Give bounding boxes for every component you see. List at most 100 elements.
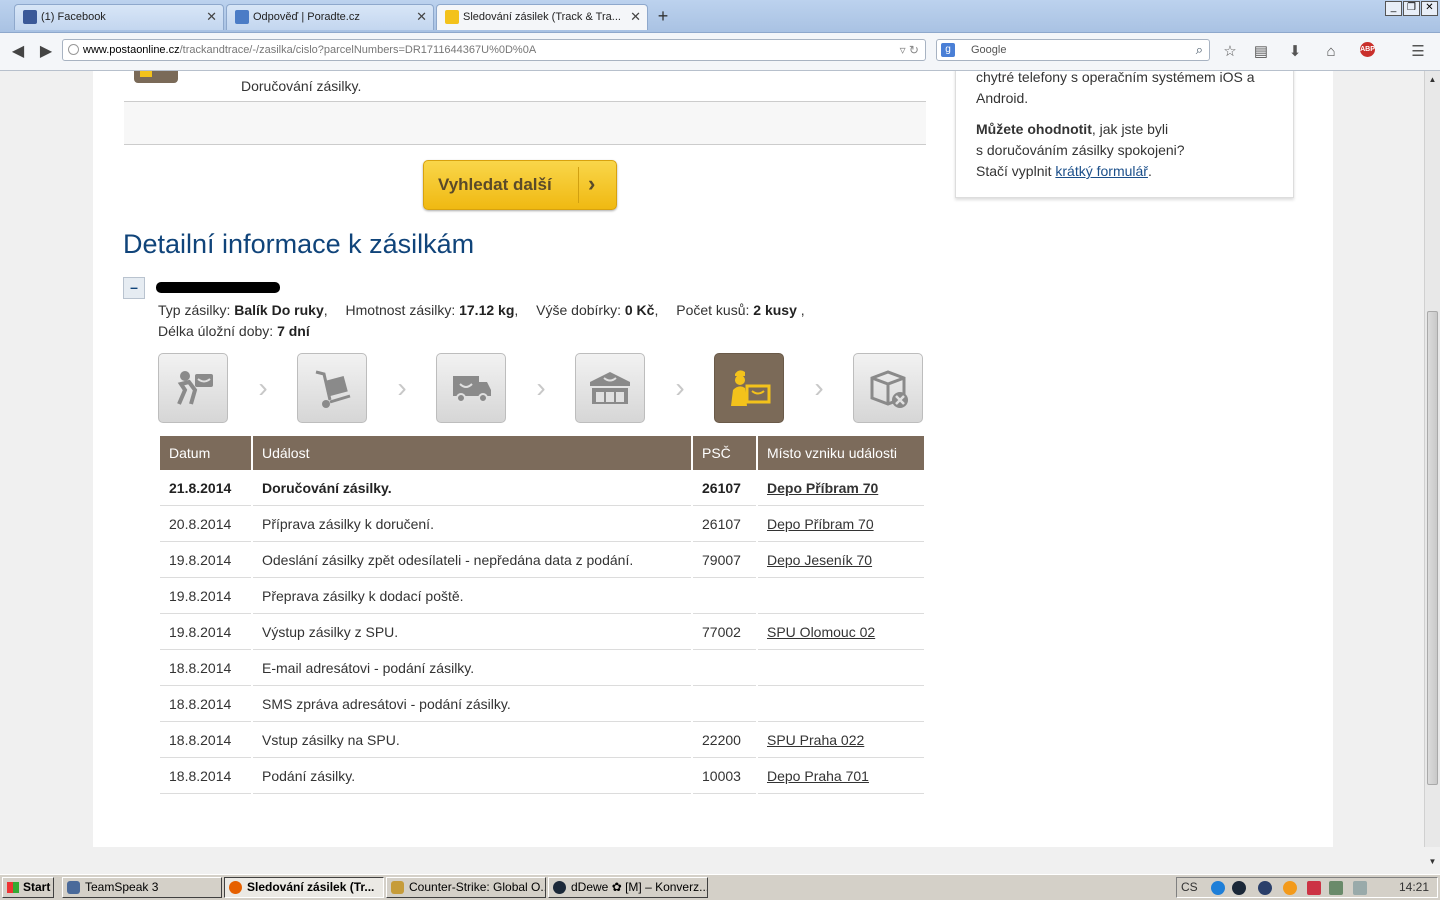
table-row: 18.8.2014 Vstup zásilky na SPU. 22200 SP… (160, 722, 924, 758)
cell-zip: 10003 (693, 758, 756, 794)
search-next-button[interactable]: Vyhledat další › (423, 160, 617, 210)
cell-location: Depo Příbram 70 (758, 506, 924, 542)
forward-arrow-icon[interactable]: ▶ (36, 42, 56, 62)
task-counter-strike[interactable]: Counter-Strike: Global O... (386, 877, 546, 898)
ie-tray-icon[interactable] (1211, 881, 1225, 895)
search-bar[interactable]: g Google ⌕ (936, 39, 1210, 61)
task-teamspeak[interactable]: TeamSpeak 3 (62, 877, 222, 898)
security-tray-icon[interactable] (1307, 881, 1321, 895)
cell-zip (693, 578, 756, 614)
tab-title: Odpověď | Poradte.cz (253, 11, 360, 23)
clock[interactable]: 14:21 (1399, 878, 1429, 897)
warehouse-cart-icon (297, 353, 367, 423)
adblock-plus-icon[interactable]: ABP (1360, 42, 1375, 57)
scroll-up-arrow-icon[interactable]: ▲ (1426, 73, 1439, 87)
system-tray: CS 14:21 (1176, 877, 1438, 898)
cell-date: 19.8.2014 (160, 614, 251, 650)
type-value: Balík Do ruky (234, 302, 324, 318)
location-link[interactable]: SPU Olomouc 02 (767, 624, 875, 640)
network-tray-icon[interactable] (1329, 881, 1343, 895)
close-window-icon[interactable]: ✕ (1421, 1, 1438, 16)
url-bar[interactable]: www.postaonline.cz/trackandtrace/-/zasil… (62, 39, 926, 61)
table-row: 19.8.2014 Odeslání zásilky zpět odesílat… (160, 542, 924, 578)
google-search-engine-icon[interactable]: g (941, 43, 955, 57)
location-link[interactable]: Depo Praha 701 (767, 768, 869, 784)
location-link[interactable]: Depo Jeseník 70 (767, 552, 872, 568)
cell-event: Vstup zásilky na SPU. (253, 722, 691, 758)
pieces-value: 2 kusy (753, 302, 797, 318)
home-icon[interactable]: ⌂ (1321, 42, 1341, 62)
table-row: 20.8.2014 Příprava zásilky k doručení. 2… (160, 506, 924, 542)
download-arrow-icon[interactable]: ⬇ (1285, 42, 1305, 62)
bookmark-star-icon[interactable]: ☆ (1220, 42, 1240, 62)
minimize-icon[interactable]: _ (1385, 1, 1402, 16)
windows-taskbar: Start TeamSpeak 3 Sledování zásilek (Tr.… (0, 874, 1440, 900)
task-firefox[interactable]: Sledování zásilek (Tr... (224, 877, 384, 898)
scroll-down-arrow-icon[interactable]: ▼ (1426, 855, 1439, 869)
table-row: 19.8.2014 Výstup zásilky z SPU. 77002 SP… (160, 614, 924, 650)
col-header-location: Místo vzniku události (758, 436, 924, 470)
cell-event: SMS zpráva adresátovi - podání zásilky. (253, 686, 691, 722)
browser-nav-bar: ◀ ▶ www.postaonline.cz/trackandtrace/-/z… (0, 33, 1440, 71)
cell-location (758, 578, 924, 614)
close-icon[interactable]: ✕ (630, 5, 641, 29)
feedback-form-link[interactable]: krátký formulář (1055, 163, 1148, 179)
tracking-progress: › › › › › (158, 353, 928, 423)
menu-hamburger-icon[interactable]: ☰ (1408, 42, 1428, 62)
tab-postaonline[interactable]: Sledování zásilek (Track & Tra... ✕ (436, 4, 648, 30)
location-link[interactable]: Depo Příbram 70 (767, 516, 874, 532)
update-tray-icon[interactable] (1283, 881, 1297, 895)
language-indicator[interactable]: CS (1181, 878, 1198, 897)
steam-tray-icon[interactable] (1232, 881, 1246, 895)
windows-logo-icon (7, 882, 19, 893)
search-icon[interactable]: ⌕ (1196, 40, 1203, 60)
bookmarks-list-icon[interactable]: ▤ (1251, 42, 1271, 62)
cell-location (758, 686, 924, 722)
cell-date: 21.8.2014 (160, 470, 251, 506)
storage-label: Délka úložní doby: (158, 323, 274, 339)
firefox-icon (229, 881, 242, 894)
rate-rest1: , jak jste byli (1091, 121, 1169, 137)
cell-location: Depo Praha 701 (758, 758, 924, 794)
rate-bold: Můžete ohodnotit (976, 121, 1092, 137)
tab-poradte[interactable]: Odpověď | Poradte.cz ✕ (226, 4, 434, 30)
cell-date: 18.8.2014 (160, 686, 251, 722)
reload-icon[interactable]: ▿ ↻ (900, 40, 919, 60)
task-label: TeamSpeak 3 (85, 880, 159, 894)
chevron-right-icon: › (397, 372, 407, 403)
restore-icon[interactable]: ❐ (1403, 1, 1420, 16)
new-tab-plus-icon[interactable]: + (654, 6, 672, 26)
posted-icon (158, 353, 228, 423)
cell-event: Výstup zásilky z SPU. (253, 614, 691, 650)
volume-icon[interactable] (1353, 881, 1367, 895)
teamspeak-tray-icon[interactable] (1258, 881, 1272, 895)
table-row: 18.8.2014 Podání zásilky. 10003 Depo Pra… (160, 758, 924, 794)
page-viewport: Doručování zásilky. chytré telefony s op… (0, 71, 1424, 847)
tab-facebook[interactable]: (1) Facebook ✕ (14, 4, 224, 30)
collapse-toggle-button[interactable]: – (123, 277, 145, 299)
close-icon[interactable]: ✕ (206, 5, 217, 29)
redacted-parcel-number (156, 282, 280, 293)
task-steam-chat[interactable]: dDewe ✿ [M] – Konverz... (548, 877, 708, 898)
start-button[interactable]: Start (2, 877, 54, 898)
cell-location: Depo Jeseník 70 (758, 542, 924, 578)
cod-value: 0 Kč (624, 302, 655, 318)
cell-zip: 77002 (693, 614, 756, 650)
vertical-scrollbar[interactable]: ▲ ▼ (1424, 71, 1440, 866)
undeliverable-box-icon (853, 353, 923, 423)
detail-heading: Detailní informace k zásilkám (123, 229, 475, 259)
type-label: Typ zásilky: (158, 302, 231, 318)
close-icon[interactable]: ✕ (416, 5, 427, 29)
tab-title: Sledování zásilek (Track & Tra... (463, 11, 621, 23)
url-domain: www.postaonline.cz (83, 44, 180, 56)
post-office-icon (575, 353, 645, 423)
location-link[interactable]: Depo Příbram 70 (767, 480, 878, 496)
table-row: 18.8.2014 SMS zpráva adresátovi - podání… (160, 686, 924, 722)
cell-zip (693, 686, 756, 722)
location-link[interactable]: SPU Praha 022 (767, 732, 864, 748)
back-arrow-icon[interactable]: ◀ (8, 42, 28, 62)
sidebox-apps-text: chytré telefony s operačním systémem iOS… (976, 71, 1255, 106)
scroll-thumb[interactable] (1427, 311, 1438, 785)
cell-event: Doručování zásilky. (253, 470, 691, 506)
url-path: /trackandtrace/-/zasilka/cislo?parcelNum… (179, 44, 537, 56)
